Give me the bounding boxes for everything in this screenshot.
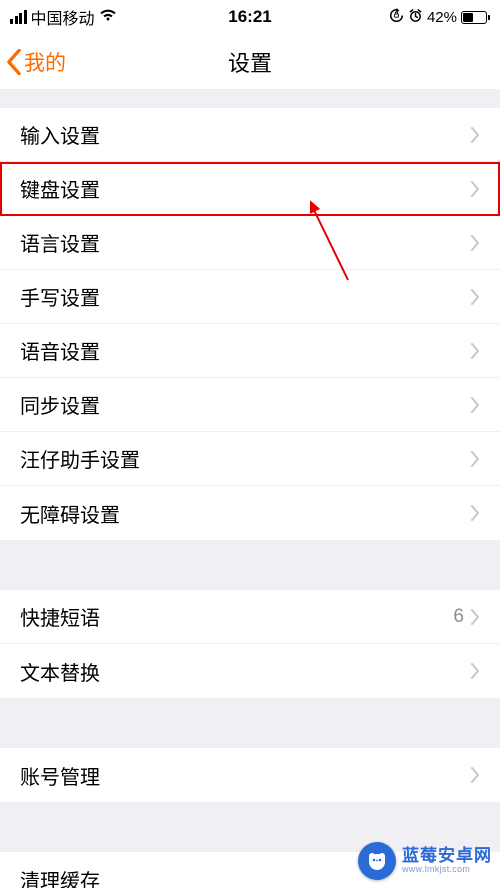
settings-group-2: 快捷短语 6 文本替换 <box>0 590 500 698</box>
screen: 中国移动 16:21 42% 我的 设置 <box>0 0 500 888</box>
row-input-settings[interactable]: 输入设置 <box>0 108 500 162</box>
watermark-text: 蓝莓安卓网 www.lmkjst.com <box>402 847 492 874</box>
row-label: 键盘设置 <box>20 174 470 203</box>
row-voice-settings[interactable]: 语音设置 <box>0 324 500 378</box>
chevron-right-icon <box>470 451 480 467</box>
chevron-right-icon <box>470 127 480 143</box>
row-label: 账号管理 <box>20 761 470 790</box>
watermark-line1: 蓝莓安卓网 <box>402 847 492 865</box>
chevron-right-icon <box>470 235 480 251</box>
row-label: 语言设置 <box>20 228 470 257</box>
row-label: 汪仔助手设置 <box>20 444 470 473</box>
nav-bar: 我的 设置 <box>0 34 500 90</box>
row-account-management[interactable]: 账号管理 <box>0 748 500 802</box>
chevron-right-icon <box>470 397 480 413</box>
row-label: 手写设置 <box>20 282 470 311</box>
status-bar: 中国移动 16:21 42% <box>0 0 500 34</box>
watermark-logo-icon <box>358 842 396 880</box>
back-label: 我的 <box>24 47 66 77</box>
chevron-right-icon <box>470 289 480 305</box>
chevron-right-icon <box>470 609 480 625</box>
row-label: 同步设置 <box>20 390 470 419</box>
row-keyboard-settings[interactable]: 键盘设置 <box>0 162 500 216</box>
row-quick-phrases[interactable]: 快捷短语 6 <box>0 590 500 644</box>
watermark: 蓝莓安卓网 www.lmkjst.com <box>358 842 492 880</box>
status-left: 中国移动 <box>10 5 117 29</box>
row-label: 文本替换 <box>20 657 470 686</box>
row-label: 无障碍设置 <box>20 499 470 528</box>
section-gap <box>0 540 500 590</box>
cellular-signal-icon <box>10 10 27 24</box>
chevron-left-icon <box>6 49 22 75</box>
chevron-right-icon <box>470 181 480 197</box>
battery-percent: 42% <box>427 9 457 26</box>
section-gap <box>0 90 500 108</box>
row-value: 6 <box>453 606 464 628</box>
settings-group-1: 输入设置 键盘设置 语言设置 手写设置 语音设置 同步设置 汪仔助手设置 无障 <box>0 108 500 540</box>
chevron-right-icon <box>470 343 480 359</box>
row-language-settings[interactable]: 语言设置 <box>0 216 500 270</box>
carrier-label: 中国移动 <box>31 5 95 29</box>
section-gap <box>0 698 500 748</box>
row-handwriting-settings[interactable]: 手写设置 <box>0 270 500 324</box>
row-text-replacement[interactable]: 文本替换 <box>0 644 500 698</box>
chevron-right-icon <box>470 505 480 521</box>
rotation-lock-icon <box>389 8 404 27</box>
row-label: 语音设置 <box>20 336 470 365</box>
clock: 16:21 <box>228 7 271 27</box>
back-button[interactable]: 我的 <box>0 47 66 77</box>
row-accessibility-settings[interactable]: 无障碍设置 <box>0 486 500 540</box>
watermark-line2: www.lmkjst.com <box>402 865 492 874</box>
chevron-right-icon <box>470 767 480 783</box>
wifi-icon <box>99 8 117 27</box>
alarm-icon <box>408 8 423 27</box>
status-right: 42% <box>389 8 490 27</box>
row-label: 快捷短语 <box>20 602 453 631</box>
settings-group-3: 账号管理 <box>0 748 500 802</box>
battery-icon <box>461 11 490 24</box>
page-title: 设置 <box>228 46 272 78</box>
row-label: 输入设置 <box>20 120 470 149</box>
row-wangzai-assistant-settings[interactable]: 汪仔助手设置 <box>0 432 500 486</box>
row-sync-settings[interactable]: 同步设置 <box>0 378 500 432</box>
chevron-right-icon <box>470 663 480 679</box>
